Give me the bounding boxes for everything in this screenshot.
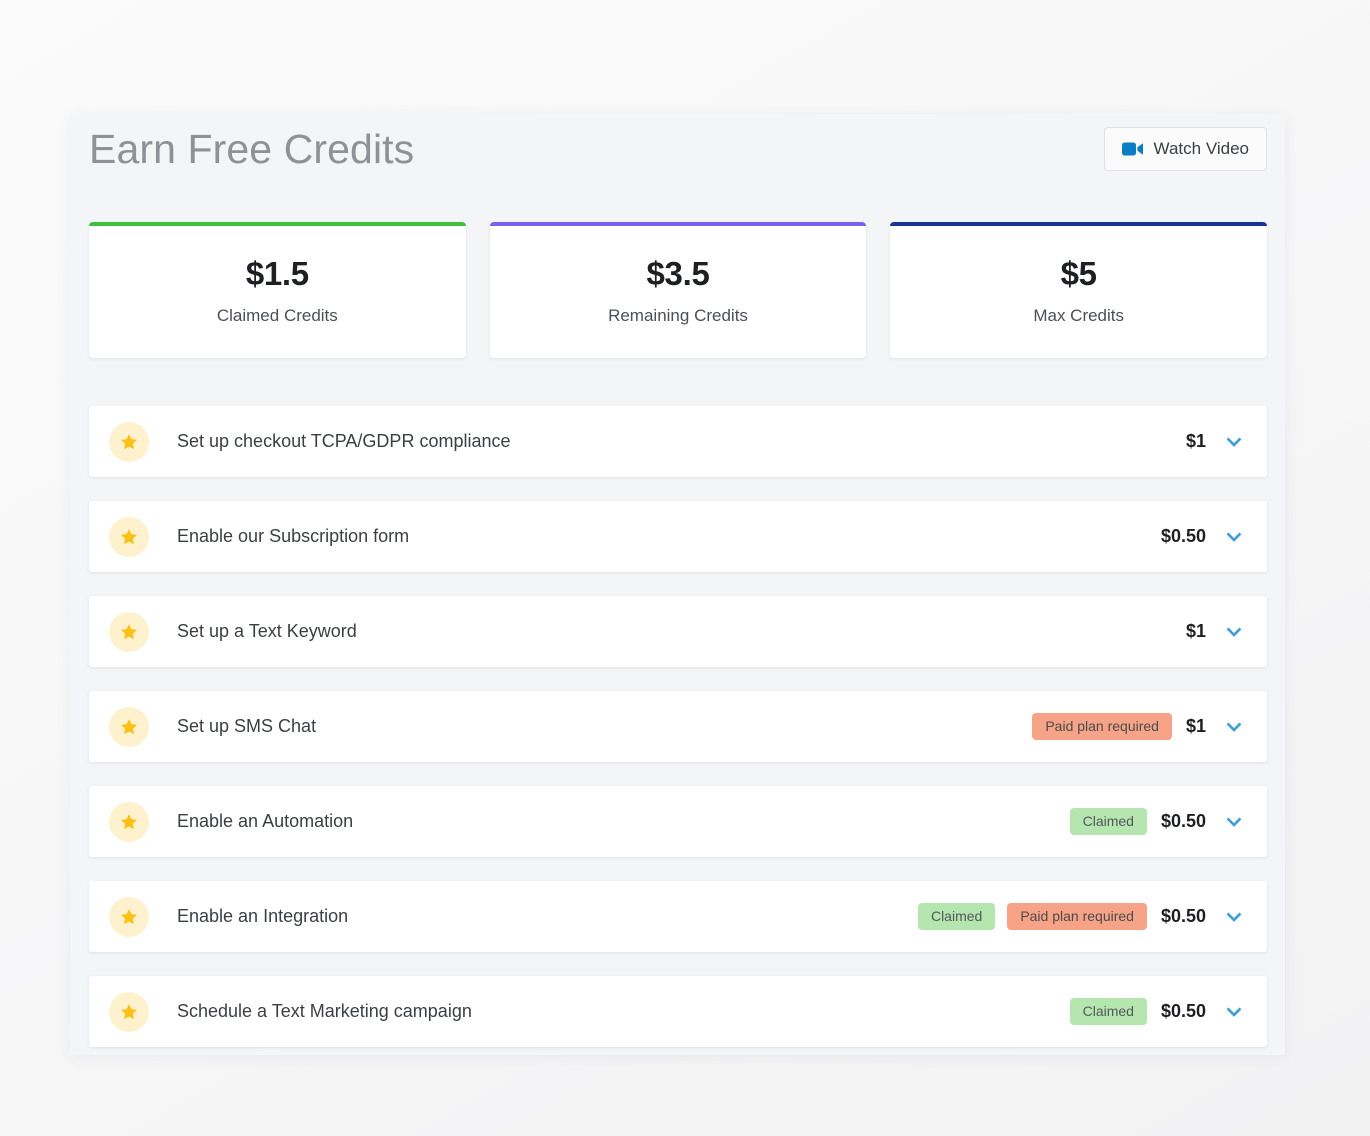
task-label: Enable our Subscription form: [177, 526, 410, 546]
task-row[interactable]: Set up SMS Chat Paid plan required $1: [89, 691, 1267, 762]
chevron-down-icon[interactable]: [1223, 1001, 1245, 1023]
task-row-actions: Claimed $0.50: [1069, 998, 1245, 1025]
chevron-down-icon[interactable]: [1223, 716, 1245, 738]
task-row[interactable]: Enable an Integration Claimed Paid plan r…: [89, 881, 1267, 952]
star-icon: [109, 991, 149, 1032]
task-price: $0.50: [1160, 526, 1206, 546]
star-icon: [109, 706, 149, 747]
task-label: Set up SMS Chat: [177, 716, 317, 736]
paid-plan-required-badge: Paid plan required: [1032, 713, 1172, 740]
panel-header: Earn Free Credits Watch Video: [70, 114, 1285, 222]
task-row-actions: $1: [1172, 431, 1245, 453]
stat-value: $5: [1060, 255, 1097, 292]
task-label: Schedule a Text Marketing campaign: [177, 1001, 472, 1021]
claimed-badge: Claimed: [1069, 808, 1147, 835]
earn-free-credits-panel: Earn Free Credits Watch Video $1.5 Claim…: [70, 114, 1285, 1055]
task-label: Enable an Automation: [177, 811, 354, 831]
task-row[interactable]: Set up checkout TCPA/GDPR compliance $1: [89, 406, 1267, 477]
task-row[interactable]: Schedule a Text Marketing campaign Claim…: [89, 976, 1267, 1047]
video-camera-icon: [1121, 141, 1144, 157]
task-badges: Claimed: [1069, 998, 1147, 1025]
stat-card-remaining-credits: $3.5 Remaining Credits: [489, 222, 867, 358]
star-icon: [109, 516, 149, 557]
stat-card-max-credits: $5 Max Credits: [890, 222, 1268, 358]
task-row-actions: Claimed Paid plan required $0.50: [917, 903, 1245, 930]
chevron-down-icon[interactable]: [1223, 526, 1245, 548]
paid-plan-required-badge: Paid plan required: [1007, 903, 1147, 930]
page-title: Earn Free Credits: [89, 126, 415, 172]
stat-value: $3.5: [646, 255, 710, 292]
task-row[interactable]: Enable our Subscription form $0.50: [89, 501, 1267, 572]
task-price: $0.50: [1160, 906, 1206, 926]
task-badges: Claimed: [1069, 808, 1147, 835]
task-label: Enable an Integration: [177, 906, 349, 926]
task-row-actions: Claimed $0.50: [1069, 808, 1245, 835]
earn-credits-task-list: Set up checkout TCPA/GDPR compliance $1 …: [89, 406, 1267, 1071]
task-row-actions: $0.50: [1147, 526, 1245, 548]
chevron-down-icon[interactable]: [1223, 431, 1245, 453]
star-icon: [109, 421, 149, 462]
star-icon: [109, 611, 149, 652]
watch-video-label: Watch Video: [1153, 139, 1249, 158]
task-price: $1: [1185, 621, 1206, 641]
task-row[interactable]: Enable an Automation Claimed $0.50: [89, 786, 1267, 857]
chevron-down-icon[interactable]: [1223, 906, 1245, 928]
task-price: $1: [1185, 716, 1206, 736]
task-badges: Paid plan required: [1032, 713, 1172, 740]
task-price: $0.50: [1160, 811, 1206, 831]
watch-video-button[interactable]: Watch Video: [1103, 127, 1267, 171]
stat-label: Max Credits: [1033, 306, 1125, 325]
claimed-badge: Claimed: [1069, 998, 1147, 1025]
task-row[interactable]: Set up a Text Keyword $1: [89, 596, 1267, 667]
task-row-actions: Paid plan required $1: [1032, 713, 1245, 740]
task-price: $0.50: [1160, 1001, 1206, 1021]
star-icon: [109, 801, 149, 842]
claimed-badge: Claimed: [917, 903, 996, 930]
chevron-down-icon[interactable]: [1223, 621, 1245, 643]
stat-card-claimed-credits: $1.5 Claimed Credits: [89, 222, 466, 358]
task-label: Set up checkout TCPA/GDPR compliance: [177, 431, 511, 451]
task-row-actions: $1: [1172, 621, 1245, 643]
task-label: Set up a Text Keyword: [177, 621, 357, 641]
page-root: Earn Free Credits Watch Video $1.5 Claim…: [0, 0, 1370, 1136]
task-badges: Claimed Paid plan required: [917, 903, 1147, 930]
credit-stats-row: $1.5 Claimed Credits $3.5 Remaining Cred…: [89, 222, 1268, 358]
stat-value: $1.5: [245, 255, 309, 292]
stat-label: Claimed Credits: [216, 306, 338, 325]
star-icon: [109, 896, 149, 937]
chevron-down-icon[interactable]: [1223, 811, 1245, 833]
stat-label: Remaining Credits: [608, 306, 748, 325]
task-price: $1: [1185, 431, 1206, 451]
